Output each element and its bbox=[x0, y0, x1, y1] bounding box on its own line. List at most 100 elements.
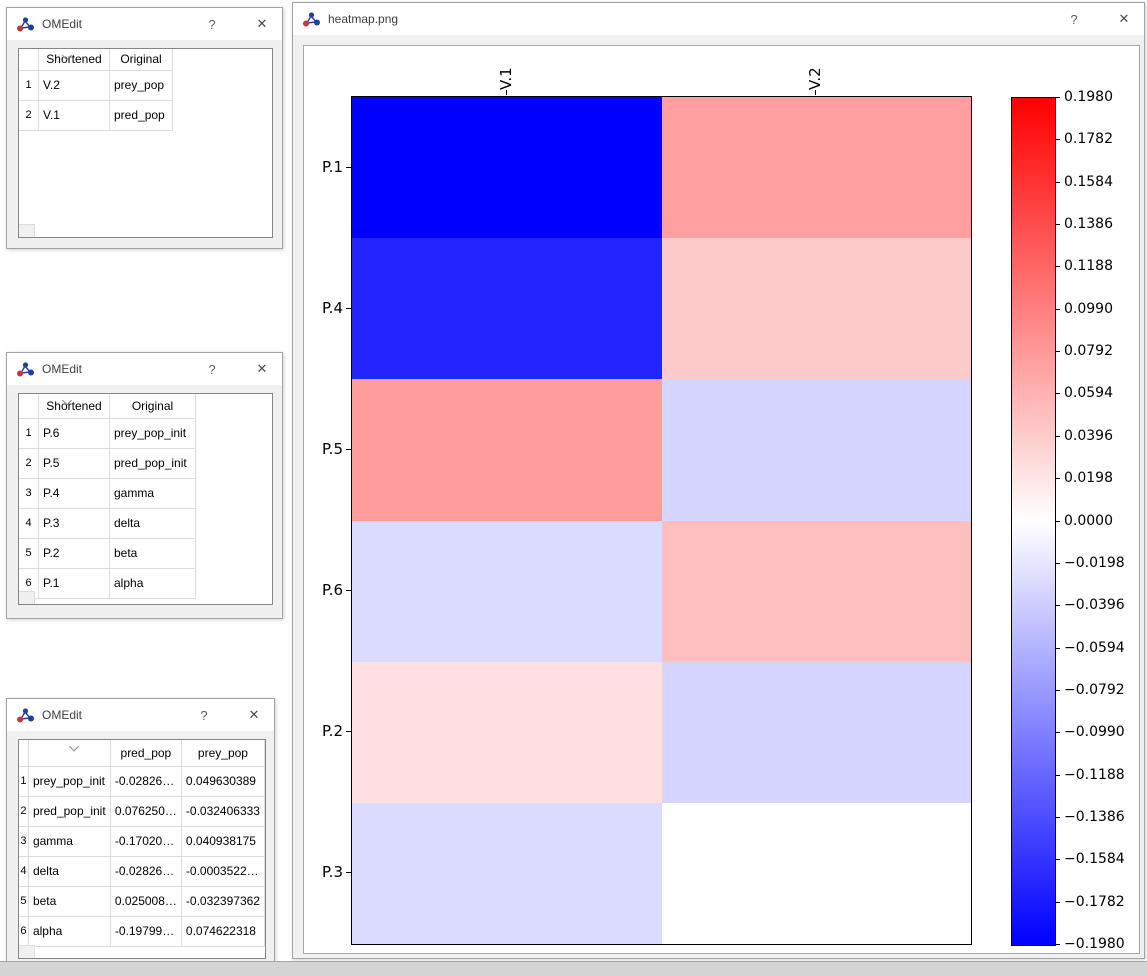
column-header[interactable] bbox=[19, 49, 39, 70]
omedit-window-parameters: OMEdit ? ✕ ShortenedOriginal1P.6prey_pop… bbox=[6, 352, 283, 619]
colorbar-tick bbox=[1056, 648, 1060, 649]
row-number[interactable]: 3 bbox=[19, 478, 39, 508]
close-button[interactable]: ✕ bbox=[242, 16, 282, 32]
table-cell[interactable]: P.4 bbox=[39, 478, 110, 508]
table-cell[interactable]: beta bbox=[110, 538, 196, 568]
table-cell[interactable]: -0.032406333 bbox=[181, 796, 264, 826]
help-button[interactable]: ? bbox=[1044, 12, 1104, 27]
column-header[interactable] bbox=[28, 740, 110, 766]
table-cell[interactable]: delta bbox=[110, 508, 196, 538]
column-header[interactable]: Original bbox=[110, 394, 196, 418]
table-row[interactable]: 6P.1alpha bbox=[19, 568, 196, 598]
table-cell[interactable]: -0.17020… bbox=[110, 826, 181, 856]
window-titlebar[interactable]: OMEdit ? ✕ bbox=[7, 699, 274, 731]
row-number[interactable]: 4 bbox=[19, 856, 28, 886]
column-header[interactable]: Shortened bbox=[39, 394, 110, 418]
table-row[interactable]: 3gamma-0.17020…0.040938175 bbox=[19, 826, 265, 856]
row-number[interactable]: 1 bbox=[19, 70, 39, 100]
help-button[interactable]: ? bbox=[174, 708, 234, 723]
heatmap-cell bbox=[662, 379, 972, 520]
data-table: pred_popprey_pop1prey_pop_init-0.02826…0… bbox=[19, 740, 265, 947]
row-number[interactable]: 5 bbox=[19, 538, 39, 568]
row-number[interactable]: 2 bbox=[19, 100, 39, 130]
row-number[interactable]: 3 bbox=[19, 826, 28, 856]
table-cell[interactable]: prey_pop bbox=[110, 70, 173, 100]
table-cell[interactable]: P.3 bbox=[39, 508, 110, 538]
x-axis-tick bbox=[815, 90, 816, 95]
table-cell[interactable]: delta bbox=[28, 856, 110, 886]
table-row[interactable]: 3P.4gamma bbox=[19, 478, 196, 508]
column-header[interactable]: Shortened bbox=[39, 49, 110, 70]
table-row[interactable]: 1V.2prey_pop bbox=[19, 70, 173, 100]
table-cell[interactable]: prey_pop_init bbox=[28, 766, 110, 796]
table-cell[interactable]: -0.02826… bbox=[110, 766, 181, 796]
row-number[interactable]: 5 bbox=[19, 886, 28, 916]
column-header[interactable] bbox=[19, 740, 28, 766]
table-cell[interactable]: 0.049630389 bbox=[181, 766, 264, 796]
table-cell[interactable]: gamma bbox=[110, 478, 196, 508]
table-cell[interactable]: prey_pop_init bbox=[110, 418, 196, 448]
table-cell[interactable]: -0.0003522… bbox=[181, 856, 264, 886]
window-titlebar[interactable]: OMEdit ? ✕ bbox=[7, 8, 282, 40]
colorbar-tick bbox=[1056, 436, 1060, 437]
table-cell[interactable]: pred_pop_init bbox=[28, 796, 110, 826]
column-header[interactable] bbox=[19, 394, 39, 418]
row-number[interactable]: 1 bbox=[19, 418, 39, 448]
colorbar-tick-label: −0.0792 bbox=[1064, 682, 1125, 698]
shortened-names-table: ShortenedOriginal1V.2prey_pop2V.1pred_po… bbox=[18, 48, 273, 238]
table-cell[interactable]: -0.02826… bbox=[110, 856, 181, 886]
x-axis-label: V.1 bbox=[498, 50, 514, 90]
heatmap-cell bbox=[662, 662, 972, 803]
row-number[interactable]: 4 bbox=[19, 508, 39, 538]
omedit-logo-icon bbox=[302, 11, 321, 28]
table-cell[interactable]: pred_pop bbox=[110, 100, 173, 130]
row-number[interactable]: 6 bbox=[19, 916, 28, 946]
table-cell[interactable]: beta bbox=[28, 886, 110, 916]
colorbar-tick-label: 0.1782 bbox=[1064, 131, 1113, 147]
table-cell[interactable]: P.5 bbox=[39, 448, 110, 478]
table-cell[interactable]: V.2 bbox=[39, 70, 110, 100]
close-button[interactable]: ✕ bbox=[1104, 11, 1144, 27]
table-cell[interactable]: V.1 bbox=[39, 100, 110, 130]
table-row[interactable]: 2pred_pop_init0.076250…-0.032406333 bbox=[19, 796, 265, 826]
row-number[interactable]: 1 bbox=[19, 766, 28, 796]
column-header[interactable]: Original bbox=[110, 49, 173, 70]
colorbar-tick bbox=[1056, 902, 1060, 903]
table-cell[interactable]: gamma bbox=[28, 826, 110, 856]
table-cell[interactable]: -0.032397362 bbox=[181, 886, 264, 916]
close-button[interactable]: ✕ bbox=[234, 707, 274, 723]
help-button[interactable]: ? bbox=[182, 17, 242, 32]
table-cell[interactable]: 0.025008… bbox=[110, 886, 181, 916]
table-row[interactable]: 5beta0.025008…-0.032397362 bbox=[19, 886, 265, 916]
y-axis-tick bbox=[346, 872, 351, 873]
table-cell[interactable]: alpha bbox=[110, 568, 196, 598]
help-button[interactable]: ? bbox=[182, 362, 242, 377]
table-row[interactable]: 5P.2beta bbox=[19, 538, 196, 568]
heatmap-plot bbox=[351, 96, 972, 945]
table-cell[interactable]: 0.074622318 bbox=[181, 916, 264, 946]
window-titlebar[interactable]: OMEdit ? ✕ bbox=[7, 353, 282, 385]
column-header[interactable]: pred_pop bbox=[110, 740, 181, 766]
table-cell[interactable]: alpha bbox=[28, 916, 110, 946]
window-titlebar[interactable]: heatmap.png ? ✕ bbox=[293, 3, 1144, 35]
table-cell[interactable]: -0.19799… bbox=[110, 916, 181, 946]
table-cell[interactable]: 0.076250… bbox=[110, 796, 181, 826]
table-row[interactable]: 6alpha-0.19799…0.074622318 bbox=[19, 916, 265, 946]
column-header[interactable]: prey_pop bbox=[181, 740, 264, 766]
y-axis-label: P.4 bbox=[304, 300, 343, 316]
table-cell[interactable]: 0.040938175 bbox=[181, 826, 264, 856]
table-row[interactable]: 1prey_pop_init-0.02826…0.049630389 bbox=[19, 766, 265, 796]
row-number[interactable]: 2 bbox=[19, 796, 28, 826]
table-row[interactable]: 4delta-0.02826…-0.0003522… bbox=[19, 856, 265, 886]
table-row[interactable]: 4P.3delta bbox=[19, 508, 196, 538]
row-number[interactable]: 2 bbox=[19, 448, 39, 478]
colorbar-tick bbox=[1056, 97, 1060, 98]
table-row[interactable]: 1P.6prey_pop_init bbox=[19, 418, 196, 448]
table-row[interactable]: 2P.5pred_pop_init bbox=[19, 448, 196, 478]
table-cell[interactable]: P.2 bbox=[39, 538, 110, 568]
close-button[interactable]: ✕ bbox=[242, 361, 282, 377]
table-row[interactable]: 2V.1pred_pop bbox=[19, 100, 173, 130]
table-cell[interactable]: pred_pop_init bbox=[110, 448, 196, 478]
table-cell[interactable]: P.6 bbox=[39, 418, 110, 448]
table-cell[interactable]: P.1 bbox=[39, 568, 110, 598]
